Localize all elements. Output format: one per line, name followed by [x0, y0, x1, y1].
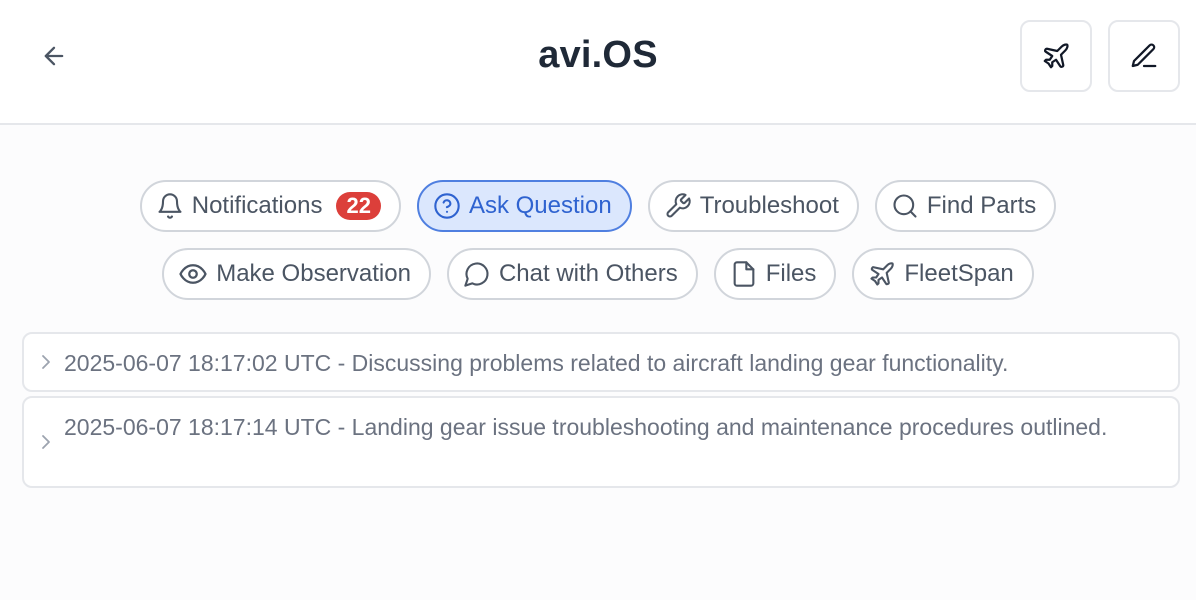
bell-icon: [158, 193, 182, 219]
app-title: avi.OS: [538, 34, 658, 76]
session-summary: 2025-06-07 18:17:02 UTC - Discussing pro…: [64, 350, 1009, 376]
action-row-1: Notifications 22 Ask Question Troublesho…: [0, 180, 1196, 232]
eye-icon: [179, 264, 207, 284]
session-item[interactable]: 2025-06-07 18:17:14 UTC - Landing gear i…: [22, 396, 1180, 488]
app-header: avi.OS: [0, 0, 1196, 125]
file-icon: [733, 261, 755, 287]
edit-button[interactable]: [1108, 20, 1180, 92]
troubleshoot-label: Troubleshoot: [699, 192, 839, 219]
chat-with-others-button[interactable]: Chat with Others: [446, 248, 698, 300]
chevron-right-icon: [42, 435, 50, 449]
chevron-right-icon: [42, 355, 50, 369]
wrench-icon: [666, 193, 691, 218]
notifications-count-badge: 22: [336, 192, 381, 220]
plane-icon: [870, 262, 895, 286]
plane-icon: [1043, 43, 1069, 69]
ask-question-button[interactable]: Ask Question: [416, 180, 632, 232]
pencil-icon: [1131, 43, 1157, 68]
question-circle-icon: [434, 193, 460, 219]
troubleshoot-button[interactable]: Troubleshoot: [647, 180, 859, 232]
files-label: Files: [765, 260, 817, 287]
notifications-button[interactable]: Notifications 22: [139, 180, 401, 232]
find-parts-button[interactable]: Find Parts: [874, 180, 1057, 232]
search-icon: [893, 194, 917, 218]
action-row-2: Make Observation Chat with Others Files …: [0, 248, 1196, 300]
make-observation-label: Make Observation: [216, 260, 411, 287]
notifications-label: Notifications: [191, 192, 323, 219]
flight-button[interactable]: [1020, 20, 1092, 92]
find-parts-label: Find Parts: [926, 192, 1037, 219]
make-observation-button[interactable]: Make Observation: [162, 248, 431, 300]
chat-with-others-label: Chat with Others: [498, 260, 678, 287]
fleetspan-button[interactable]: FleetSpan: [852, 248, 1034, 300]
fleetspan-label: FleetSpan: [904, 260, 1014, 287]
session-summary: 2025-06-07 18:17:14 UTC - Landing gear i…: [64, 414, 1108, 440]
session-item[interactable]: 2025-06-07 18:17:02 UTC - Discussing pro…: [22, 332, 1180, 392]
ask-question-label: Ask Question: [468, 192, 612, 219]
files-button[interactable]: Files: [713, 248, 837, 300]
chat-bubble-icon: [464, 262, 489, 287]
